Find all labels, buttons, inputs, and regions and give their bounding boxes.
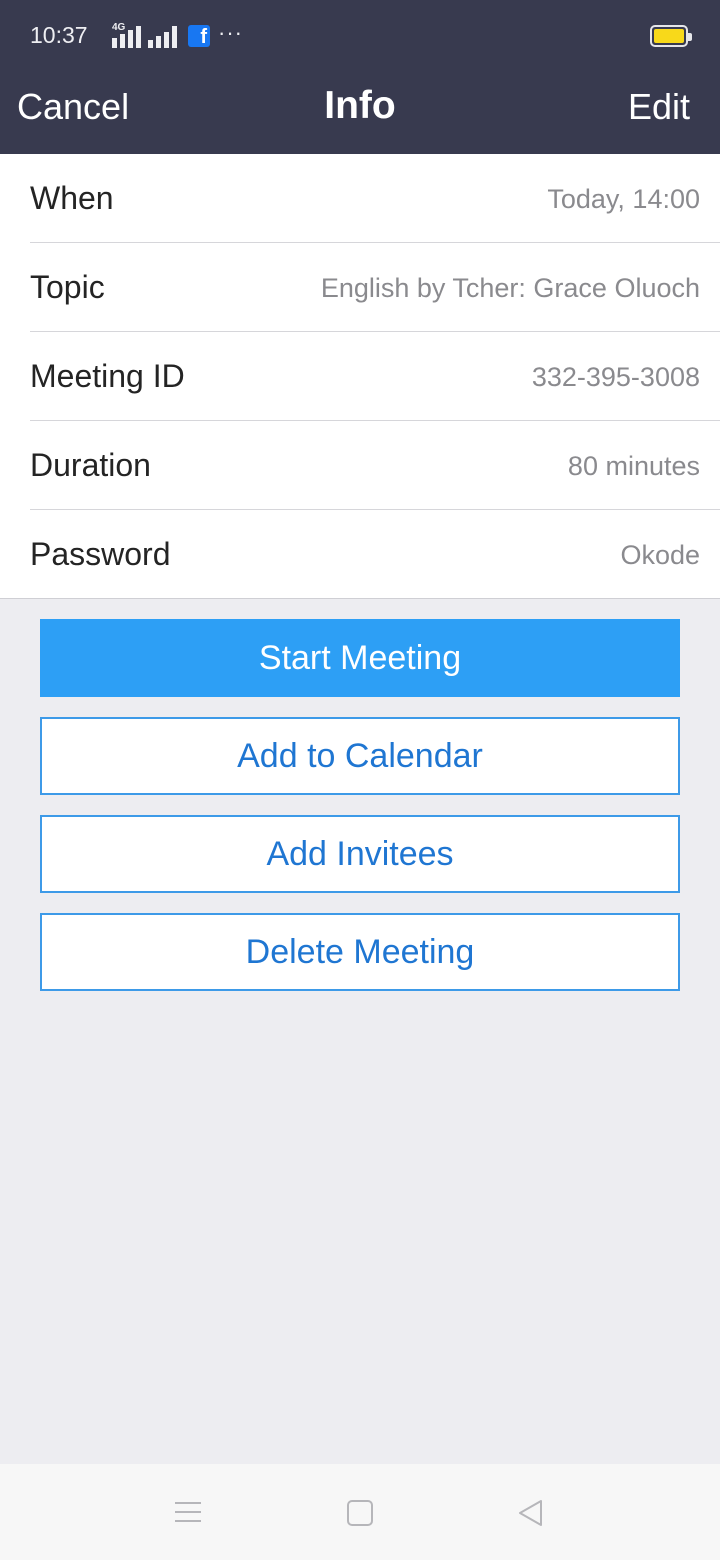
edit-button[interactable]: Edit [628, 86, 690, 128]
info-row-meeting-id: Meeting ID 332-395-3008 [30, 332, 720, 421]
meeting-info-list: When Today, 14:00 Topic English by Tcher… [0, 154, 720, 599]
home-icon[interactable] [347, 1500, 373, 1526]
status-time: 10:37 [30, 22, 88, 48]
info-value: 332-395-3008 [531, 362, 700, 392]
info-value: English by Tcher: Grace Oluoch [320, 273, 700, 303]
cancel-button[interactable]: Cancel [17, 86, 129, 128]
info-label: Meeting ID [30, 358, 185, 394]
signal-icon-2 [148, 22, 177, 48]
info-label: When [30, 180, 114, 216]
info-row-duration: Duration 80 minutes [30, 421, 720, 510]
status-bar: 10:37 4G f ··· [0, 0, 720, 70]
top-bar: 10:37 4G f ··· Cancel Info Edit [0, 0, 720, 154]
more-notifications-icon: ··· [218, 20, 243, 45]
signal-icon [112, 22, 141, 48]
system-nav-bar [0, 1464, 720, 1560]
info-value: 80 minutes [567, 451, 700, 481]
facebook-icon: f [188, 25, 210, 48]
back-icon[interactable] [516, 1498, 546, 1528]
info-row-topic: Topic English by Tcher: Grace Oluoch [30, 243, 720, 332]
info-row-password: Password Okode [30, 510, 720, 599]
add-invitees-button[interactable]: Add Invitees [40, 815, 680, 893]
menu-icon[interactable] [175, 1498, 205, 1528]
start-meeting-button[interactable]: Start Meeting [40, 619, 680, 697]
add-to-calendar-button[interactable]: Add to Calendar [40, 717, 680, 795]
delete-meeting-button[interactable]: Delete Meeting [40, 913, 680, 991]
info-label: Password [30, 536, 171, 572]
info-value: Okode [620, 540, 700, 570]
info-row-when: When Today, 14:00 [30, 154, 720, 243]
info-label: Duration [30, 447, 151, 483]
info-value: Today, 14:00 [547, 184, 700, 214]
info-label: Topic [30, 269, 105, 305]
battery-icon [650, 25, 692, 47]
